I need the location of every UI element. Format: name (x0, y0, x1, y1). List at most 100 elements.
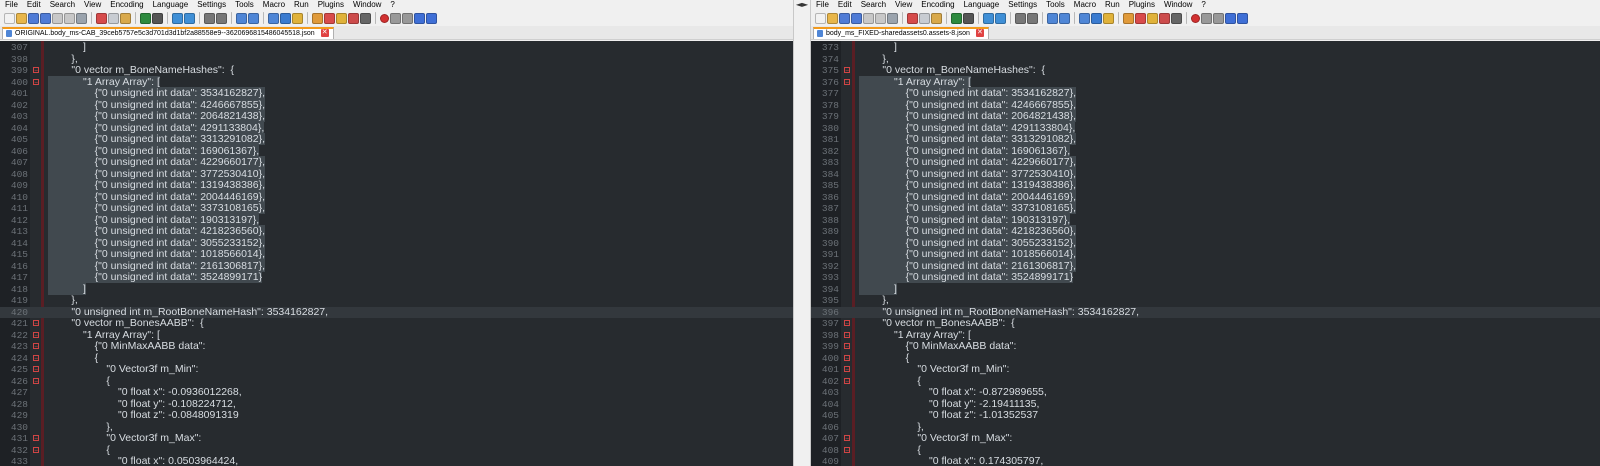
close-all-icon[interactable] (64, 12, 75, 24)
sync-horizontal-icon[interactable] (1059, 12, 1070, 24)
menu-item-tools[interactable]: Tools (235, 0, 254, 9)
menu-item-view[interactable]: View (84, 0, 101, 9)
zoom-in-icon[interactable] (1015, 12, 1026, 24)
find-icon[interactable] (983, 12, 994, 24)
code-line[interactable]: 401− "0 Vector3f m_Min": (811, 363, 1600, 376)
fold-toggle-icon[interactable]: − (844, 67, 850, 74)
code-line[interactable]: 415 {"0 unsigned int data": 1018566014}, (0, 248, 793, 261)
find-icon[interactable] (172, 12, 183, 24)
menu-item-help[interactable]: ? (390, 0, 394, 9)
code-line[interactable]: 399− {"0 MinMaxAABB data": (811, 340, 1600, 353)
new-file-icon[interactable] (815, 12, 826, 24)
replace-icon[interactable] (184, 12, 195, 24)
menu-item-view[interactable]: View (895, 0, 912, 9)
sync-horizontal-icon[interactable] (248, 12, 259, 24)
menu-item-run[interactable]: Run (294, 0, 309, 9)
save-all-icon[interactable] (40, 12, 51, 24)
function-list-icon[interactable] (324, 12, 335, 24)
show-all-chars-icon[interactable] (280, 12, 291, 24)
menu-item-edit[interactable]: Edit (838, 0, 852, 9)
code-line[interactable]: 407− "0 Vector3f m_Max": (811, 432, 1600, 445)
menu-item-language[interactable]: Language (153, 0, 189, 9)
menu-item-settings[interactable]: Settings (197, 0, 226, 9)
function-list-icon[interactable] (1135, 12, 1146, 24)
code-line[interactable]: 373 ] (811, 41, 1600, 54)
fold-toggle-icon[interactable]: − (844, 343, 850, 350)
document-map-icon[interactable] (348, 12, 359, 24)
code-line[interactable]: 375− "0 vector m_BoneNameHashes": { (811, 64, 1600, 77)
menu-item-help[interactable]: ? (1201, 0, 1205, 9)
code-line[interactable]: 418 ] (0, 282, 793, 296)
code-line[interactable]: 405 "0 float z": -1.01352537 (811, 409, 1600, 422)
paste-icon[interactable] (931, 12, 942, 24)
zoom-out-icon[interactable] (1027, 12, 1038, 24)
menu-item-settings[interactable]: Settings (1008, 0, 1037, 9)
fold-toggle-icon[interactable]: − (33, 67, 39, 74)
define-language-icon[interactable] (1123, 12, 1134, 24)
cut-icon[interactable] (96, 12, 107, 24)
fold-toggle-icon[interactable]: − (33, 320, 39, 327)
fold-toggle-icon[interactable]: − (33, 78, 39, 85)
stop-macro-icon[interactable] (390, 12, 401, 24)
fold-toggle-icon[interactable]: − (844, 377, 850, 384)
menu-item-encoding[interactable]: Encoding (921, 0, 954, 9)
menu-item-macro[interactable]: Macro (263, 0, 285, 9)
close-all-icon[interactable] (875, 12, 886, 24)
code-line[interactable]: 401 {"0 unsigned int data": 3534162827}, (0, 87, 793, 100)
code-line[interactable]: 403 "0 float x": -0.872989655, (811, 386, 1600, 399)
save-icon[interactable] (839, 12, 850, 24)
fold-toggle-icon[interactable]: − (844, 366, 850, 373)
save-icon[interactable] (28, 12, 39, 24)
fold-toggle-icon[interactable]: − (33, 377, 39, 384)
code-line[interactable]: 385 {"0 unsigned int data": 1319438386}, (811, 179, 1600, 192)
fold-toggle-icon[interactable]: − (33, 331, 39, 338)
menu-item-plugins[interactable]: Plugins (318, 0, 344, 9)
code-line[interactable]: 393 {"0 unsigned int data": 3524899171} (811, 271, 1600, 284)
file-tab[interactable]: ORIGINAL.body_ms-CAB_39ceb5757e5c3d701d3… (2, 27, 334, 39)
menu-item-file[interactable]: File (5, 0, 18, 9)
cut-icon[interactable] (907, 12, 918, 24)
view-splitter[interactable]: ◄► (793, 0, 811, 466)
menu-item-tools[interactable]: Tools (1046, 0, 1065, 9)
fold-toggle-icon[interactable]: − (33, 354, 39, 361)
replace-icon[interactable] (995, 12, 1006, 24)
print-icon[interactable] (887, 12, 898, 24)
save-all-icon[interactable] (851, 12, 862, 24)
document-map-icon[interactable] (1159, 12, 1170, 24)
menu-item-language[interactable]: Language (964, 0, 1000, 9)
define-language-icon[interactable] (312, 12, 323, 24)
fold-toggle-icon[interactable]: − (844, 320, 850, 327)
menu-item-search[interactable]: Search (861, 0, 886, 9)
menu-item-edit[interactable]: Edit (27, 0, 41, 9)
code-line[interactable]: 405 {"0 unsigned int data": 3313291082}, (0, 133, 793, 146)
code-line[interactable]: 419 }, (0, 294, 793, 307)
save-macro-icon[interactable] (426, 12, 437, 24)
code-line[interactable]: 377 {"0 unsigned int data": 3534162827}, (811, 87, 1600, 100)
close-tab-icon[interactable]: ✕ (975, 29, 984, 37)
file-tab[interactable]: body_ms_FIXED-sharedassets0.assets-8.jso… (813, 27, 989, 39)
code-line[interactable]: 391 {"0 unsigned int data": 1018566014}, (811, 248, 1600, 261)
code-line[interactable]: 429 "0 float z": -0.0848091319 (0, 409, 793, 422)
menu-item-file[interactable]: File (816, 0, 829, 9)
code-line[interactable]: 403 {"0 unsigned int data": 2064821438}, (0, 110, 793, 123)
sync-vertical-icon[interactable] (236, 12, 247, 24)
word-wrap-icon[interactable] (1079, 12, 1090, 24)
code-line[interactable]: 413 {"0 unsigned int data": 4218236560}, (0, 225, 793, 238)
menu-item-search[interactable]: Search (50, 0, 75, 9)
code-line[interactable]: 387 {"0 unsigned int data": 3373108165}, (811, 202, 1600, 215)
code-line[interactable]: 409 {"0 unsigned int data": 1319438386}, (0, 179, 793, 192)
code-editor[interactable]: 307 ] 398 }, 399− "0 vector m_BoneNameHash… (0, 41, 793, 466)
fold-toggle-icon[interactable]: − (844, 78, 850, 85)
save-macro-icon[interactable] (1237, 12, 1248, 24)
record-macro-icon[interactable] (380, 13, 389, 23)
record-macro-icon[interactable] (1191, 13, 1200, 23)
close-icon[interactable] (52, 12, 63, 24)
code-line[interactable]: 409 "0 float x": 0.174305797, (811, 455, 1600, 466)
code-line[interactable]: 427 "0 float x": -0.0936012268, (0, 386, 793, 399)
monitoring-icon[interactable] (360, 12, 371, 24)
fold-toggle-icon[interactable]: − (33, 435, 39, 442)
stop-macro-icon[interactable] (1201, 12, 1212, 24)
code-line[interactable]: 425− "0 Vector3f m_Min": (0, 363, 793, 376)
play-macro-icon[interactable] (1213, 12, 1224, 24)
word-wrap-icon[interactable] (268, 12, 279, 24)
